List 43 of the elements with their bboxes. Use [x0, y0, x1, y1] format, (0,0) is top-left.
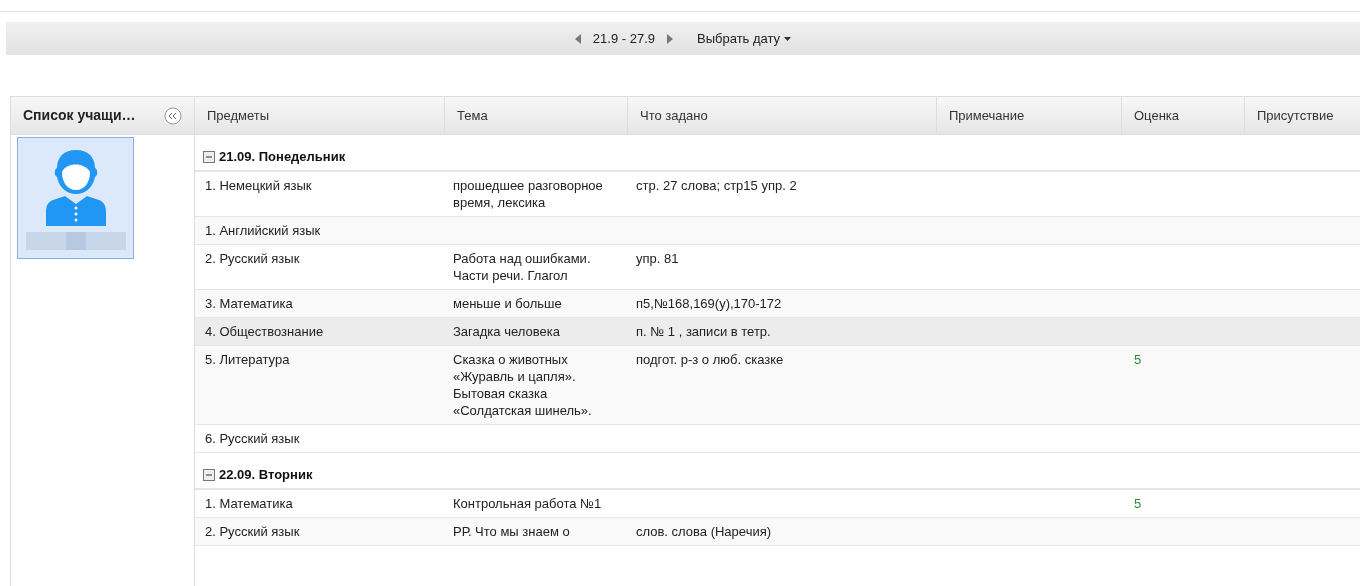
- next-week-icon[interactable]: [667, 33, 673, 44]
- table-cell: стр. 27 слова; стр15 упр. 2: [636, 178, 797, 193]
- table-cell: 2. Русский язык: [205, 524, 300, 539]
- avatar-icon: [44, 148, 107, 226]
- table-cell: слов. слова (Наречия): [636, 524, 772, 539]
- student-card[interactable]: [17, 137, 134, 259]
- table-cell: 4. Обществознание: [205, 324, 324, 339]
- table-cell: прошедшее разговорное время, лексика: [453, 178, 603, 210]
- column-header[interactable]: Тема: [445, 97, 628, 134]
- day-title: 21.09. Понедельник: [219, 147, 346, 166]
- table-cell: Контрольная работа №1: [453, 496, 602, 511]
- column-header[interactable]: Что задано: [628, 97, 937, 134]
- day-title: 22.09. Вторник: [219, 465, 313, 484]
- table-cell: п. № 1 , записи в тетр.: [636, 324, 771, 339]
- panel-title: Список учащи…: [23, 106, 136, 125]
- column-header[interactable]: Присутствие: [1245, 97, 1360, 134]
- table-cell: подгот. р-з о люб. сказке: [636, 352, 784, 367]
- toggle-icon[interactable]: [203, 150, 215, 163]
- table-cell: Работа над ошибками. Части речи. Глагол: [453, 251, 591, 283]
- table-cell: Загадка человека: [453, 324, 560, 339]
- table-cell: 1. Английский язык: [205, 223, 321, 238]
- table-cell: РР. Что мы знаем о: [453, 524, 570, 539]
- caret-icon: [784, 36, 792, 41]
- previous-week-icon[interactable]: [574, 33, 581, 44]
- collapse-icon[interactable]: [164, 106, 182, 125]
- column-header[interactable]: Примечание: [937, 97, 1122, 134]
- toggle-icon[interactable]: [203, 468, 215, 481]
- grade-value: 5: [1133, 352, 1142, 367]
- table-cell: 1. Немецкий язык: [205, 178, 312, 193]
- table-cell: 3. Математика: [205, 296, 293, 311]
- column-header[interactable]: Предметы: [195, 97, 445, 134]
- table-cell: 6. Русский язык: [205, 431, 300, 446]
- table-cell: 2. Русский язык: [205, 251, 300, 266]
- table-cell: 1. Математика: [205, 496, 293, 511]
- table-cell: п5,№168,169(у),170-172: [636, 296, 782, 311]
- table-cell: Сказка о животных «Журавль и цапля». Бытовая сказка «Солдатская шинель».: [453, 352, 592, 418]
- grade-value: 5: [1133, 496, 1142, 511]
- table-cell: меньше и больше: [453, 296, 562, 311]
- table-cell: упр. 81: [636, 251, 679, 266]
- table-cell: 5. Литература: [205, 352, 290, 367]
- column-header[interactable]: Оценка: [1122, 97, 1245, 134]
- pick-date-dropdown[interactable]: Выбрать дату: [697, 28, 792, 49]
- week-range: 21.9 - 27.9: [592, 29, 655, 48]
